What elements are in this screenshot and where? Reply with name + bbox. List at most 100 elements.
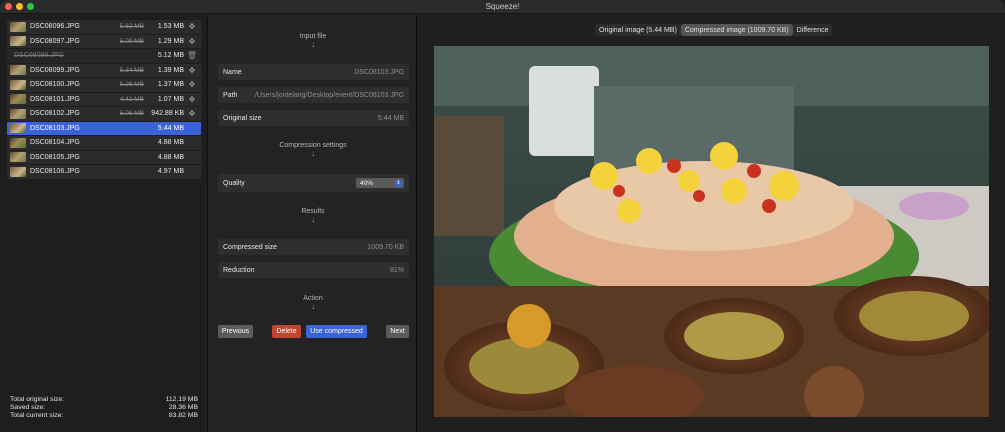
move-icon[interactable]: ✥ [186,95,198,104]
use-compressed-button[interactable]: Use compressed [306,325,367,338]
file-row[interactable]: DSC08100.JPG 5.28 MB 1.37 MB ✥ [7,78,201,92]
file-name: DSC08097.JPG [30,37,80,45]
quality-select[interactable]: 40% ⇕ [356,178,404,188]
file-original-size: 5.09 MB [119,37,144,45]
total-current-label: Total current size: [10,412,64,419]
file-row[interactable]: DSC08101.JPG 4.41 MB 1.07 MB ✥ [7,92,201,106]
file-row[interactable]: DSC08099.JPG 5.34 MB 1.39 MB ✥ [7,63,201,77]
window-title: Squeeze! [485,2,520,11]
saved-size-label: Saved size: [10,404,46,411]
file-row[interactable]: DSC08097.JPG 5.09 MB 1.29 MB ✥ [7,34,201,48]
file-row[interactable]: DSC08104.JPG 4.88 MB [7,136,201,150]
file-name: DSC08103.JPG [30,124,80,132]
original-size-label: Original size [223,114,262,122]
tab-original-image[interactable]: Original image (5.44 MB) [595,24,681,36]
compression-settings-heading-label: Compression settings [279,142,347,149]
file-thumbnail [10,94,26,105]
move-icon[interactable]: ✥ [186,37,198,46]
totals-summary: Total original size: 112.19 MB Saved siz… [10,396,198,420]
file-row[interactable]: DSC08105.JPG 4.88 MB [7,150,201,164]
file-thumbnail [10,36,26,47]
file-name: DSC08102.JPG [30,110,80,118]
minimize-window-button[interactable] [16,3,23,10]
tab-compressed-image[interactable]: Compressed image (1009.70 KB) [680,24,793,36]
window-controls [5,3,34,10]
move-icon[interactable]: ✥ [186,66,198,75]
move-icon[interactable]: ✥ [186,109,198,118]
next-button[interactable]: Next [386,325,409,338]
file-current-size: 4.88 MB [157,139,184,147]
file-row[interactable]: DSC08106.JPG 4.97 MB [7,165,201,179]
file-current-size: 1.39 MB [157,66,184,74]
photo-food-platter [434,46,989,417]
file-row[interactable]: DSC08096.JPG 5.62 MB 1.53 MB ✥ [7,20,201,34]
delete-button[interactable]: Delete [272,325,301,338]
file-original-size: 5.06 MB [119,110,144,118]
image-view-toggle: Original image (5.44 MB) Compressed imag… [595,24,833,36]
reduction-field: Reduction 81% [218,262,409,278]
file-thumbnail [10,21,26,32]
reduction-value: 81% [389,266,404,274]
zoom-window-button[interactable] [27,3,34,10]
total-current-value: 83.82 MB [168,412,198,419]
previous-button[interactable]: Previous [218,325,253,338]
file-current-size: 4.88 MB [157,153,184,161]
file-current-size: 4.97 MB [157,168,184,176]
app-window: Squeeze! DSC08096.JPG 5.62 MB 1.53 MB ✥ DSC0… [0,0,1005,432]
file-name: DSC08104.JPG [30,139,80,147]
file-original-size: 5.28 MB [119,81,144,89]
file-name: DSC08098.JPG [14,52,64,60]
file-row[interactable]: DSC08102.JPG 5.06 MB 942.88 KB ✥ [7,107,201,121]
original-size-field: Original size 5.44 MB [218,110,409,126]
total-original-label: Total original size: [10,396,65,403]
path-field: Path /Users/jontelang/Desktop/event/DSC0… [218,87,409,103]
total-original-value: 112.19 MB [165,396,198,403]
file-thumbnail [10,152,26,163]
arrow-down-icon: ↓ [311,215,315,224]
file-name: DSC08100.JPG [30,81,80,89]
arrow-down-icon: ↓ [311,149,315,158]
file-current-size: 1.07 MB [157,95,184,103]
action-heading-label: Action [303,295,323,302]
file-original-size: 5.62 MB [119,23,144,31]
move-icon[interactable]: ✥ [186,22,198,31]
file-row[interactable]: DSC08098.JPG 5.12 MB 🗑 [7,49,201,63]
file-name: DSC08096.JPG [30,23,80,31]
compression-settings-heading: Compression settings ↓ [209,142,417,158]
file-original-size: 5.34 MB [119,66,144,74]
file-current-size: 942.88 KB [151,110,184,118]
move-icon[interactable]: ✥ [186,80,198,89]
path-label: Path [223,91,238,99]
compressed-size-label: Compressed size [223,243,278,251]
file-name: DSC08099.JPG [30,66,80,74]
file-list: DSC08096.JPG 5.62 MB 1.53 MB ✥ DSC08097.JPG 5… [7,20,201,180]
original-size-value: 5.44 MB [377,114,404,122]
quality-field: Quality 40% ⇕ [218,174,409,192]
title-bar[interactable]: Squeeze! [0,0,1005,14]
reduction-label: Reduction [223,266,255,274]
file-current-size: 5.12 MB [157,52,184,60]
file-original-size: 4.41 MB [119,95,144,103]
file-thumbnail [10,166,26,177]
tab-difference[interactable]: Difference [793,24,833,36]
file-name: DSC08106.JPG [30,168,80,176]
details-panel: Input file ↓ Name DSC08103.JPG Path /Use… [209,15,417,432]
trash-icon[interactable]: 🗑 [186,51,198,60]
file-current-size: 5.44 MB [157,124,184,132]
arrow-down-icon: ↓ [311,40,315,49]
file-current-size: 1.29 MB [157,37,184,45]
results-heading-label: Results [301,208,325,215]
file-row[interactable]: DSC08103.JPG 5.44 MB [7,121,201,135]
action-heading: Action ↓ [209,295,417,311]
total-current-row: Total current size: 83.82 MB [10,412,198,420]
saved-size-row: Saved size: 28.36 MB [10,404,198,412]
file-list-panel: DSC08096.JPG 5.62 MB 1.53 MB ✥ DSC08097.JPG 5… [0,15,208,432]
saved-size-value: 28.36 MB [168,404,198,411]
close-window-button[interactable] [5,3,12,10]
name-label: Name [223,68,242,76]
arrow-down-icon: ↓ [311,302,315,311]
file-thumbnail [10,123,26,134]
preview-panel: Original image (5.44 MB) Compressed imag… [418,15,1005,432]
chevron-updown-icon: ⇕ [395,179,402,187]
input-file-heading-label: Input file [299,33,327,40]
